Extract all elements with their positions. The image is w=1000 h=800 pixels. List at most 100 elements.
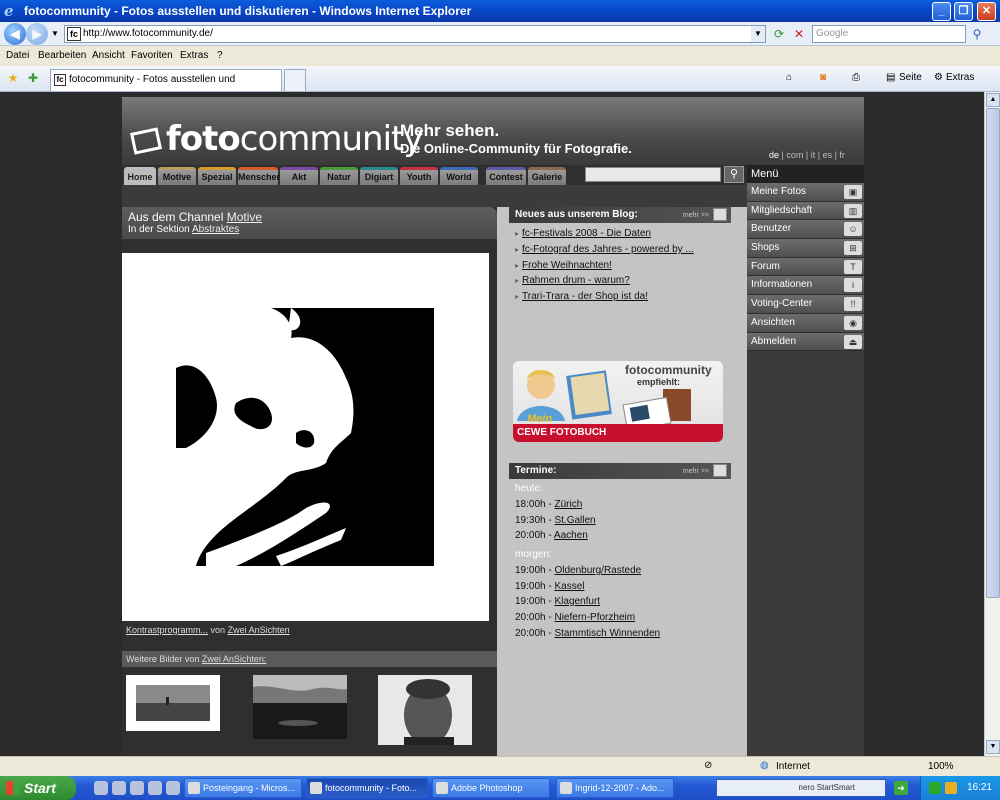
start-button[interactable]: Start bbox=[0, 776, 76, 800]
nav-youth[interactable]: Youth bbox=[400, 167, 438, 185]
network-icon[interactable] bbox=[929, 782, 941, 794]
thumbnail-1[interactable] bbox=[126, 675, 220, 731]
nav-digiart[interactable]: Digiart bbox=[360, 167, 398, 185]
event-link[interactable]: Zürich bbox=[554, 499, 582, 510]
tray-app-icon[interactable] bbox=[945, 782, 957, 794]
blog-item[interactable]: fc-Festivals 2008 - Die Daten bbox=[515, 228, 651, 239]
fotobuch-banner[interactable]: fotocommunity empfiehlt: Mein CEWE FOTOB… bbox=[513, 361, 723, 442]
browser-tab[interactable]: fc fotocommunity - Fotos ausstellen und … bbox=[50, 69, 282, 105]
zoom-level[interactable]: 100% bbox=[928, 761, 954, 772]
blog-more-link[interactable]: mehr >> bbox=[683, 208, 709, 224]
vertical-scrollbar[interactable]: ▲ ▼ bbox=[984, 92, 1000, 756]
event-link[interactable]: Oldenburg/Rastede bbox=[554, 565, 641, 576]
lang-com[interactable]: com bbox=[786, 150, 803, 160]
nav-world[interactable]: World bbox=[440, 167, 478, 185]
menu-informationen[interactable]: Informationen i bbox=[747, 276, 864, 296]
lang-es[interactable]: es bbox=[823, 150, 833, 160]
blog-item-link[interactable]: Frohe Weihnachten! bbox=[522, 260, 612, 271]
photo-title-link[interactable]: Kontrastprogramm... bbox=[126, 625, 208, 635]
window-titlebar[interactable]: e fotocommunity - Fotos ausstellen und d… bbox=[0, 0, 1000, 22]
menu-favoriten[interactable]: Favoriten bbox=[131, 50, 173, 61]
page-icon[interactable]: ▤ bbox=[886, 72, 895, 83]
menu-mitgliedschaft[interactable]: Mitgliedschaft ▥ bbox=[747, 201, 864, 221]
new-tab-button[interactable] bbox=[284, 69, 306, 91]
nav-natur[interactable]: Natur bbox=[320, 167, 358, 185]
refresh-icon[interactable]: ⟳ bbox=[770, 25, 788, 43]
blog-feed-icon[interactable] bbox=[713, 208, 727, 221]
blog-item[interactable]: fc-Fotograf des Jahres - powered by ... bbox=[515, 244, 694, 255]
maximize-button[interactable]: ❐ bbox=[954, 2, 973, 21]
blog-item[interactable]: Rahmen drum - warum? bbox=[515, 275, 630, 286]
back-button[interactable]: ◀ bbox=[4, 23, 26, 45]
task-acrobat[interactable]: Ingrid-12-2007 - Ado... bbox=[556, 778, 674, 798]
menu-abmelden[interactable]: Abmelden ⏏ bbox=[747, 332, 864, 352]
lang-de[interactable]: de bbox=[769, 150, 779, 160]
minimize-button[interactable]: _ bbox=[932, 2, 951, 21]
blog-item-link[interactable]: Trari-Trara - der Shop ist da! bbox=[522, 291, 648, 302]
task-ie[interactable]: fotocommunity - Foto... bbox=[306, 778, 428, 798]
menu-forum[interactable]: Forum T bbox=[747, 257, 864, 277]
menu-datei[interactable]: Datei bbox=[6, 50, 29, 61]
tools-icon[interactable]: ⚙ bbox=[934, 72, 943, 83]
menu-ansichten[interactable]: Ansichten ◉ bbox=[747, 313, 864, 333]
history-dropdown-icon[interactable]: ▼ bbox=[46, 25, 64, 43]
rss-icon[interactable]: ◙ bbox=[820, 72, 826, 83]
nav-contest[interactable]: Contest bbox=[486, 167, 526, 185]
quicklaunch-icon[interactable] bbox=[112, 781, 126, 795]
stop-icon[interactable]: ✕ bbox=[790, 25, 808, 43]
page-menu[interactable]: Seite bbox=[899, 72, 922, 83]
nav-akt[interactable]: Akt bbox=[280, 167, 318, 185]
featured-photo[interactable] bbox=[176, 308, 434, 566]
blog-item-link[interactable]: fc-Fotograf des Jahres - powered by ... bbox=[522, 244, 694, 255]
more-author-link[interactable]: Zwei AnSichten: bbox=[202, 654, 267, 664]
blog-item-link[interactable]: Rahmen drum - warum? bbox=[522, 275, 630, 286]
home-icon[interactable]: ⌂ bbox=[786, 72, 792, 83]
nav-motive[interactable]: Motive bbox=[158, 167, 196, 185]
favorites-star-icon[interactable]: ★ bbox=[4, 69, 22, 87]
lang-fr[interactable]: fr bbox=[839, 150, 845, 160]
lang-it[interactable]: it bbox=[811, 150, 816, 160]
task-outlook[interactable]: Posteingang - Micros... bbox=[184, 778, 302, 798]
menu-bearbeiten[interactable]: Bearbeiten bbox=[38, 50, 86, 61]
tools-menu[interactable]: Extras bbox=[946, 72, 974, 83]
menu-voting-center[interactable]: Voting-Center!! bbox=[747, 295, 864, 314]
event-link[interactable]: Niefern-Pforzheim bbox=[554, 612, 635, 623]
nav-home[interactable]: Home bbox=[124, 167, 156, 185]
channel-link[interactable]: Motive bbox=[227, 210, 262, 224]
menu-benutzer[interactable]: Benutzer ☺ bbox=[747, 220, 864, 240]
menu-meine-fotos[interactable]: Meine Fotos ▣ bbox=[747, 183, 864, 202]
scroll-up-icon[interactable]: ▲ bbox=[986, 93, 1000, 107]
search-input[interactable]: Google bbox=[812, 25, 966, 43]
events-more-link[interactable]: mehr >> bbox=[683, 464, 709, 480]
event-link[interactable]: Stammtisch Winnenden bbox=[554, 628, 660, 639]
quicklaunch-icon[interactable] bbox=[94, 781, 108, 795]
event-link[interactable]: St.Gallen bbox=[554, 515, 595, 526]
section-link[interactable]: Abstraktes bbox=[192, 224, 239, 235]
event-link[interactable]: Aachen bbox=[554, 530, 588, 541]
blog-item[interactable]: Frohe Weihnachten! bbox=[515, 260, 612, 271]
nav-spezial[interactable]: Spezial bbox=[198, 167, 236, 185]
scroll-down-icon[interactable]: ▼ bbox=[986, 740, 1000, 754]
quicklaunch-icon[interactable] bbox=[166, 781, 180, 795]
print-icon[interactable]: ⎙ bbox=[852, 72, 860, 83]
blog-item-link[interactable]: fc-Festivals 2008 - Die Daten bbox=[522, 228, 651, 239]
search-icon[interactable]: ⚲ bbox=[968, 25, 986, 43]
menu-extras[interactable]: Extras bbox=[180, 50, 208, 61]
menu-ansicht[interactable]: Ansicht bbox=[92, 50, 125, 61]
thumbnail-3[interactable] bbox=[378, 675, 472, 745]
go-arrow-icon[interactable]: ➜ bbox=[894, 781, 908, 795]
event-link[interactable]: Kassel bbox=[554, 581, 584, 592]
blog-item[interactable]: Trari-Trara - der Shop ist da! bbox=[515, 291, 648, 302]
task-photoshop[interactable]: Adobe Photoshop bbox=[432, 778, 550, 798]
nav-galerie[interactable]: Galerie bbox=[528, 167, 566, 185]
address-input[interactable]: fc http://www.fotocommunity.de/ ▼ bbox=[64, 25, 766, 43]
events-feed-icon[interactable] bbox=[713, 464, 727, 477]
nero-toolbar[interactable]: nero StartSmart bbox=[716, 779, 886, 797]
scroll-thumb[interactable] bbox=[986, 108, 1000, 598]
address-dropdown-icon[interactable]: ▼ bbox=[751, 26, 765, 42]
add-favorite-icon[interactable]: ✚ bbox=[24, 69, 42, 87]
thumbnail-2[interactable] bbox=[253, 675, 347, 739]
nav-menschen[interactable]: Menschen bbox=[238, 167, 282, 185]
menu-help[interactable]: ? bbox=[217, 50, 223, 61]
site-search-button[interactable]: ⚲ bbox=[724, 166, 744, 183]
